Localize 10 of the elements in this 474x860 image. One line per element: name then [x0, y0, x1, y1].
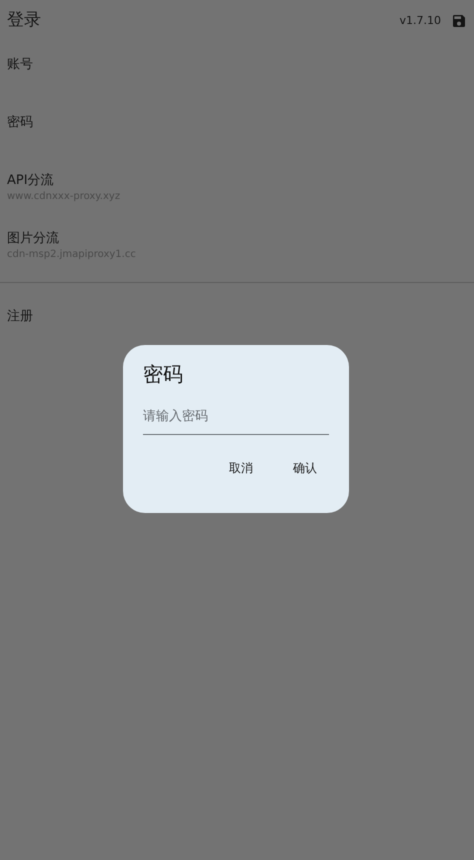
password-field[interactable]: 请输入密码 — [143, 399, 329, 435]
dialog-button[interactable]: 取消 — [221, 455, 261, 481]
settings-item[interactable]: 密码 — [0, 100, 474, 158]
settings-item[interactable]: 账号 — [0, 42, 474, 100]
version-label: v1.7.10 — [400, 12, 441, 29]
dialog-button[interactable]: 确认 — [285, 455, 325, 481]
save-icon[interactable] — [451, 13, 467, 29]
page-title: 登录 — [7, 9, 42, 32]
register-link[interactable]: 注册 — [7, 309, 33, 324]
dialog-title: 密码 — [143, 361, 184, 387]
